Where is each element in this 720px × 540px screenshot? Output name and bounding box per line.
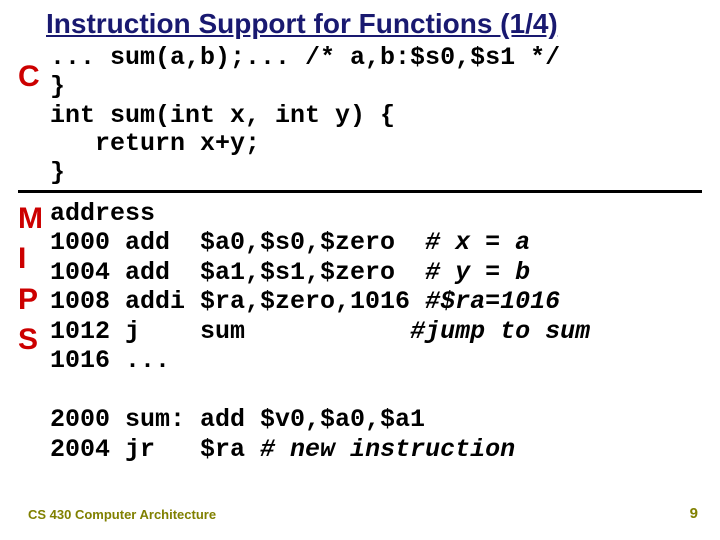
mips-line: 1008 addi $ra,$zero,1016 [50,287,425,316]
footer-text: CS 430 Computer Architecture [28,507,216,522]
mips-line: 2004 jr $ra [50,435,260,464]
mips-comment: #jump to sum [410,317,590,346]
mips-comment: # new instruction [260,435,515,464]
c-line: ... sum(a,b);... /* a,b:$s0,$s1 */ [50,43,560,72]
c-code-block: ... sum(a,b);... /* a,b:$s0,$s1 */ } int… [50,44,560,188]
mips-comment: # y = b [425,258,530,287]
mips-section: M I P S address 1000 add $a0,$s0,$zero #… [18,199,702,465]
mips-line: 1016 ... [50,346,170,375]
mips-line: 1000 add $a0,$s0,$zero [50,228,425,257]
c-line: int sum(int x, int y) { [50,101,395,130]
mips-comment: #$ra=1016 [425,287,560,316]
mips-line: 1004 add $a1,$s1,$zero [50,258,425,287]
c-section: C ... sum(a,b);... /* a,b:$s0,$s1 */ } i… [18,44,702,193]
page-number: 9 [690,505,698,522]
c-line: } [50,158,65,187]
slide-title: Instruction Support for Functions (1/4) [46,8,702,40]
label-c: C [18,62,50,92]
mips-line: 2000 sum: add $v0,$a0,$a1 [50,405,425,434]
mips-code-block: address 1000 add $a0,$s0,$zero # x = a 1… [50,199,590,465]
label-mips: M I P S [18,199,50,361]
mips-line: address [50,199,155,228]
mips-comment: # x = a [425,228,530,257]
c-line: } [50,72,65,101]
mips-line: 1012 j sum [50,317,410,346]
c-line: return x+y; [50,129,260,158]
